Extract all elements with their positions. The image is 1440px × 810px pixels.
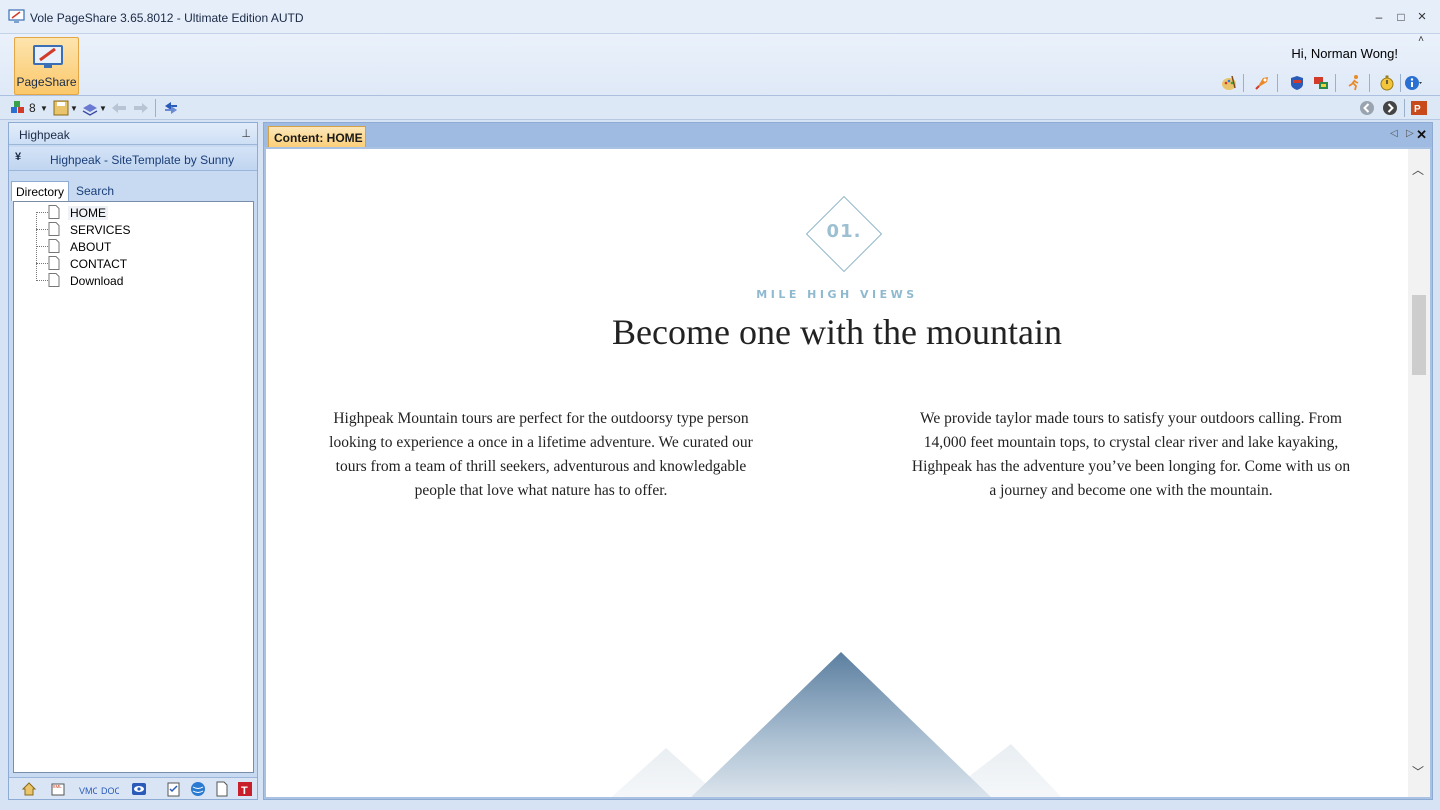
app-icon — [8, 9, 25, 23]
tree-item-home[interactable]: HOME — [14, 204, 253, 221]
separator — [1369, 74, 1370, 92]
info-icon[interactable] — [1404, 74, 1422, 92]
section-headline: Become one with the mountain — [612, 312, 1062, 352]
window-title: Vole PageShare 3.65.8012 - Ultimate Edit… — [30, 11, 304, 25]
tree-item-about[interactable]: ABOUT — [14, 238, 253, 255]
maximize-button[interactable]: □ — [1392, 9, 1410, 25]
template-label[interactable]: Highpeak - SiteTemplate by Sunny — [50, 153, 234, 167]
separator — [155, 99, 156, 117]
pageshare-label: PageShare — [16, 75, 77, 89]
home-icon[interactable] — [21, 781, 37, 797]
blocks-icon[interactable] — [10, 99, 26, 117]
tab-scroll-left-icon[interactable]: ◁ — [1390, 128, 1398, 139]
tree-item-label: HOME — [68, 206, 108, 220]
panel-title: Highpeak — [19, 128, 70, 142]
vmc-icon[interactable]: VMC — [79, 781, 97, 797]
pin-icon[interactable]: ⊥ — [241, 127, 251, 140]
content-pane: Content: HOME ◁ ▷ ✕ 01. MILE HIGH VIEWS … — [263, 122, 1433, 800]
page-icon — [48, 239, 60, 253]
paragraph-left: Highpeak Mountain tours are perfect for … — [329, 410, 753, 499]
directory-tree: HOME SERVICES ABOUT CONTACT Download — [13, 201, 254, 773]
toolbar: 8 ▼ ▼ ▼ P — [0, 96, 1440, 120]
double-chevron-down-icon[interactable]: ¥ — [15, 151, 21, 163]
ribbon: PageShare ˄ Hi, Norman Wong! — [0, 34, 1440, 96]
blank-page-icon[interactable] — [214, 781, 230, 797]
xml-icon[interactable]: XML — [50, 781, 66, 797]
close-button[interactable]: × — [1413, 9, 1431, 25]
minimize-button[interactable]: – — [1370, 9, 1388, 25]
close-tab-icon[interactable]: ✕ — [1416, 127, 1427, 143]
mountain-image — [611, 652, 1062, 797]
tree-item-download[interactable]: Download — [14, 272, 253, 289]
layers-icon[interactable] — [81, 99, 99, 117]
section-eyebrow: MILE HIGH VIEWS — [756, 288, 918, 301]
rocket-icon[interactable] — [1253, 74, 1271, 92]
tree-item-contact[interactable]: CONTACT — [14, 255, 253, 272]
separator — [1404, 99, 1405, 117]
dropdown-arrow-icon[interactable]: ▼ — [40, 104, 48, 113]
template-selector[interactable]: ¥ Highpeak - SiteTemplate by Sunny — [9, 147, 257, 171]
separator — [1277, 74, 1278, 92]
site-navigator-panel: Highpeak ⊥ ¥ Highpeak - SiteTemplate by … — [8, 122, 258, 800]
user-greeting: Hi, Norman Wong! — [1291, 46, 1398, 61]
panel-header: Highpeak ⊥ — [9, 123, 257, 145]
back-arrow-icon[interactable] — [110, 99, 128, 117]
checklist-icon[interactable] — [166, 781, 182, 797]
separator — [1335, 74, 1336, 92]
vertical-scrollbar[interactable]: ︿ ﹀ — [1408, 149, 1430, 797]
flags-icon[interactable] — [1312, 74, 1330, 92]
save-icon[interactable] — [53, 99, 69, 117]
doc-icon[interactable]: DOC — [101, 781, 119, 797]
toolbar-count[interactable]: 8 — [29, 101, 36, 115]
section-number: 01. — [826, 221, 862, 242]
tree-item-label: CONTACT — [70, 257, 128, 271]
separator — [1243, 74, 1244, 92]
panel-bottom-toolbar: XML VMC DOC T — [9, 777, 257, 799]
tree-item-label: ABOUT — [70, 240, 112, 254]
tab-content-home[interactable]: Content: HOME — [268, 126, 366, 147]
refresh-sync-icon[interactable] — [162, 99, 180, 117]
tab-search[interactable]: Search — [72, 181, 122, 201]
svg-text:VMC: VMC — [79, 786, 97, 796]
powerpoint-icon[interactable]: P — [1410, 99, 1428, 117]
scroll-up-icon[interactable]: ︿ — [1412, 161, 1424, 178]
paragraph-right: We provide taylor made tours to satisfy … — [911, 410, 1351, 499]
separator — [1400, 74, 1401, 92]
page-icon — [48, 273, 60, 287]
next-page-icon[interactable] — [1381, 99, 1399, 117]
scroll-down-icon[interactable]: ﹀ — [1412, 763, 1424, 780]
svg-text:DOC: DOC — [101, 786, 119, 796]
panel-tabs: Directory Search — [11, 181, 255, 201]
svg-text:T: T — [241, 785, 248, 797]
tab-scroll-right-icon[interactable]: ▷ — [1406, 128, 1414, 139]
web-preview: 01. MILE HIGH VIEWS Become one with the … — [266, 149, 1408, 797]
dropdown-arrow-icon[interactable]: ▼ — [99, 104, 107, 113]
svg-text:P: P — [1414, 104, 1421, 115]
page-icon — [48, 205, 60, 219]
palette-icon[interactable] — [1220, 74, 1238, 92]
scroll-thumb[interactable] — [1412, 295, 1426, 375]
forward-arrow-icon[interactable] — [132, 99, 150, 117]
ribbon-collapse-icon[interactable]: ˄ — [1418, 34, 1424, 45]
runner-icon[interactable] — [1345, 74, 1363, 92]
dropdown-arrow-icon[interactable]: ▼ — [70, 104, 78, 113]
tab-directory[interactable]: Directory — [11, 181, 69, 201]
text-tool-icon[interactable]: T — [237, 781, 253, 797]
monitor-pen-icon — [33, 45, 63, 68]
globe-icon[interactable] — [190, 781, 206, 797]
pageshare-button[interactable]: PageShare — [14, 37, 79, 95]
tree-item-label: SERVICES — [70, 223, 131, 237]
tree-item-label: Download — [70, 274, 124, 288]
stopwatch-icon[interactable] — [1378, 74, 1396, 92]
tree-item-services[interactable]: SERVICES — [14, 221, 253, 238]
svg-text:XML: XML — [53, 784, 63, 789]
preview-eye-icon[interactable] — [131, 781, 147, 797]
page-icon — [48, 256, 60, 270]
shield-badge-icon[interactable] — [1288, 74, 1306, 92]
content-tabbar: Content: HOME ◁ ▷ ✕ — [264, 123, 1432, 147]
previous-page-icon[interactable] — [1358, 99, 1376, 117]
title-bar: Vole PageShare 3.65.8012 - Ultimate Edit… — [0, 0, 1440, 34]
page-icon — [48, 222, 60, 236]
